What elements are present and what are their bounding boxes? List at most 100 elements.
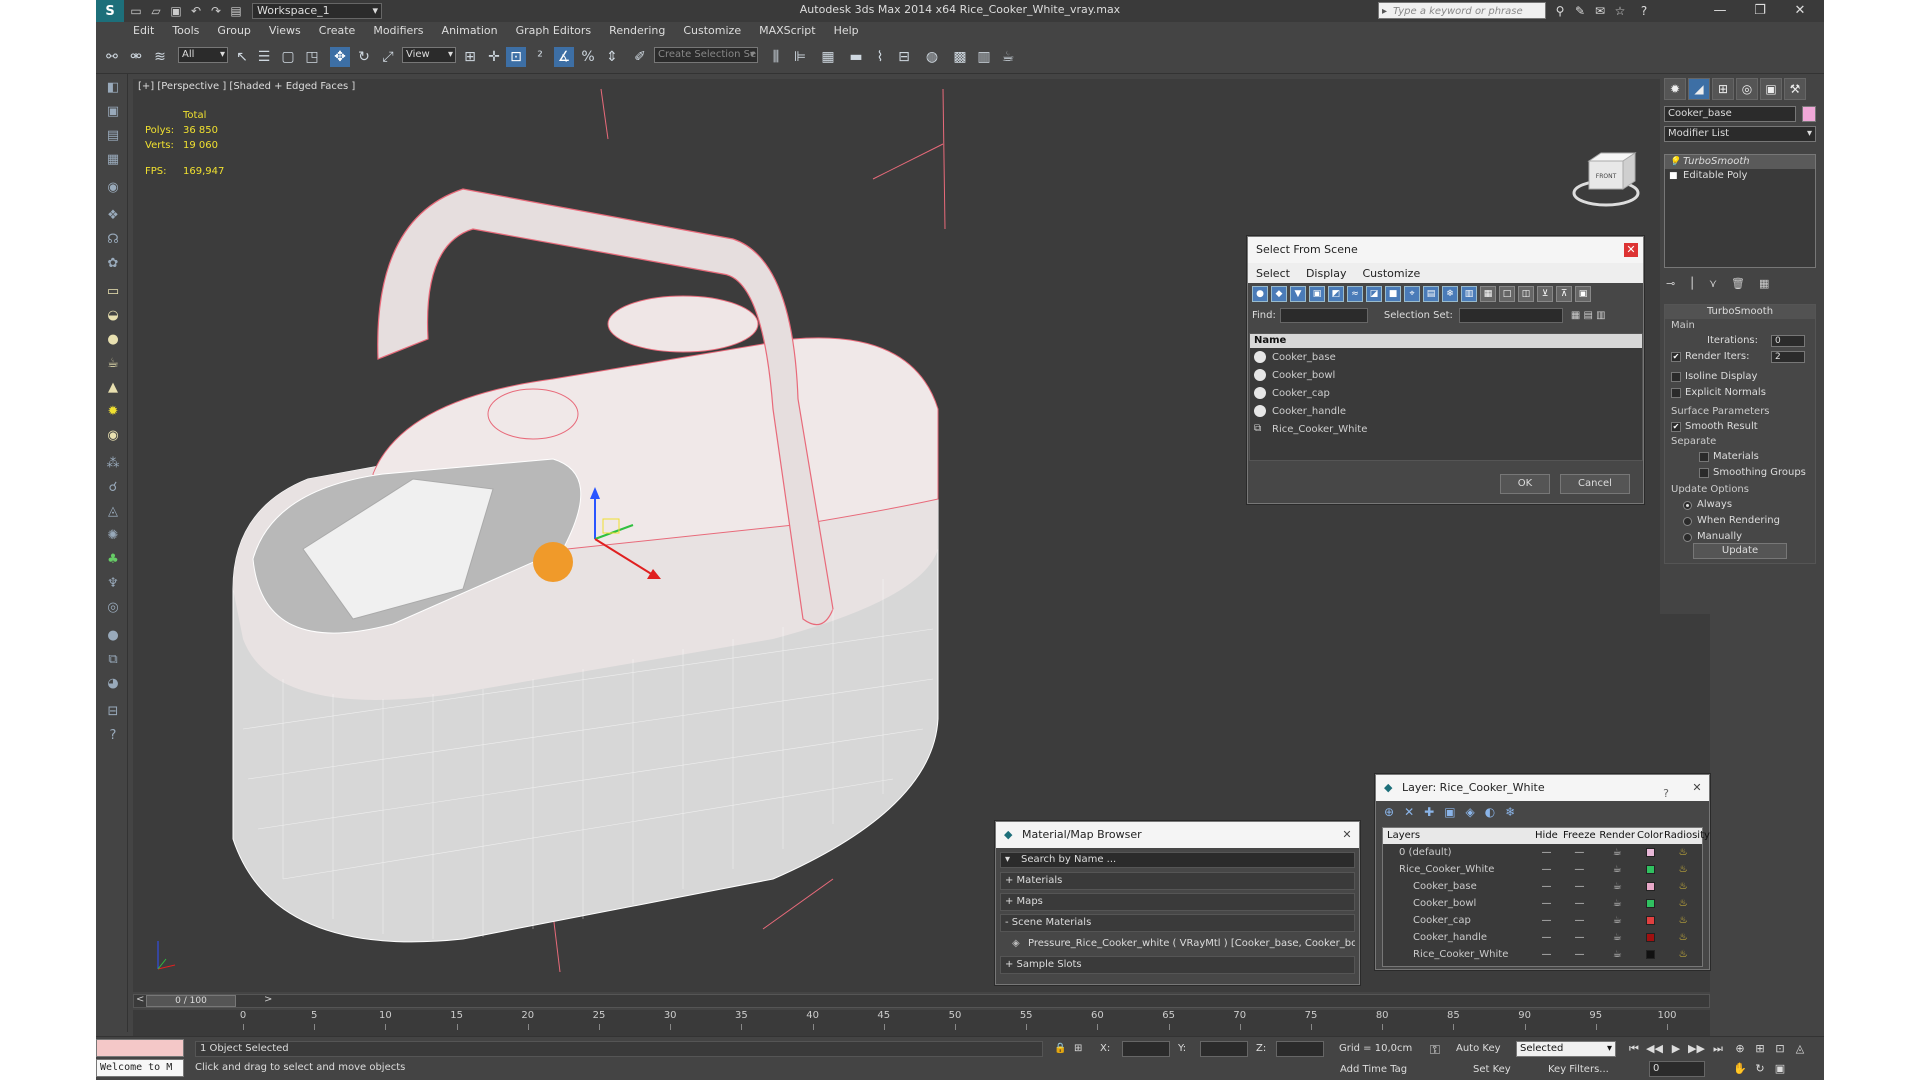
viewcube[interactable]: FRONT bbox=[1572, 152, 1640, 207]
find-input[interactable] bbox=[1279, 307, 1368, 323]
configure-sets-icon[interactable]: ▦ bbox=[1759, 277, 1769, 290]
mmb-section-scene-materials[interactable]: - Scene Materials bbox=[1000, 914, 1355, 932]
render-production-icon[interactable]: ☕ bbox=[998, 47, 1018, 67]
menu-graph-editors[interactable]: Graph Editors bbox=[507, 22, 601, 40]
table-row[interactable]: 0 (default) — — ☕ ♨ bbox=[1383, 844, 1702, 861]
mmb-search-input[interactable]: Search by Name ... bbox=[1000, 852, 1355, 868]
filter-groups-icon[interactable]: ◪ bbox=[1366, 286, 1382, 302]
layer-color-swatch[interactable] bbox=[1645, 916, 1655, 925]
hide-all-icon[interactable]: ◐ bbox=[1485, 805, 1495, 819]
select-all-icon[interactable]: ▦ bbox=[1480, 286, 1496, 302]
angle-snap-icon[interactable]: ∡ bbox=[554, 47, 574, 67]
auto-key-button[interactable]: Auto Key bbox=[1456, 1043, 1501, 1054]
pan-icon[interactable]: ✋ bbox=[1732, 1061, 1748, 1077]
col-freeze[interactable]: Freeze bbox=[1560, 828, 1598, 844]
select-and-move-icon[interactable]: ✥ bbox=[330, 47, 350, 67]
render-toggle-icon[interactable]: ☕ bbox=[1598, 912, 1636, 929]
menu-animation[interactable]: Animation bbox=[433, 22, 507, 40]
render-iters-checkbox[interactable]: ✔ bbox=[1671, 352, 1681, 362]
key-filters-button[interactable]: Key Filters... bbox=[1548, 1064, 1609, 1075]
stack-item-turbosmooth[interactable]: 💡 TurboSmooth bbox=[1665, 155, 1815, 169]
tool-24-icon[interactable]: ◕ bbox=[103, 674, 123, 694]
spinner-snap-icon[interactable]: ⇕ bbox=[602, 47, 622, 67]
go-to-end-icon[interactable]: ⏭ bbox=[1710, 1041, 1726, 1057]
select-none-icon[interactable]: □ bbox=[1499, 286, 1515, 302]
app-logo-icon[interactable]: S bbox=[96, 0, 124, 22]
radiosity-icon[interactable]: ♨ bbox=[1664, 861, 1702, 878]
filter-hidden-icon[interactable]: ▥ bbox=[1461, 286, 1477, 302]
freeze-toggle-icon[interactable]: — bbox=[1561, 912, 1599, 929]
snaps-toggle-icon[interactable]: ² bbox=[530, 47, 550, 67]
orbit-icon[interactable]: ↻ bbox=[1752, 1061, 1768, 1077]
hide-toggle-icon[interactable]: — bbox=[1533, 912, 1561, 929]
remove-modifier-icon[interactable]: 🗑 bbox=[1731, 277, 1745, 290]
menu-create[interactable]: Create bbox=[310, 22, 365, 40]
tool-23-icon[interactable]: ⧉ bbox=[103, 650, 123, 670]
render-iters-spinner[interactable]: 2 bbox=[1771, 351, 1805, 363]
disc-icon[interactable]: ◉ bbox=[103, 426, 123, 446]
update-button[interactable]: Update bbox=[1693, 543, 1787, 559]
rollout-title[interactable]: TurboSmooth bbox=[1665, 305, 1815, 319]
tool-15-icon[interactable]: ⁂ bbox=[103, 454, 123, 474]
key-selection-dropdown[interactable]: Selected bbox=[1516, 1041, 1616, 1057]
tool-19-icon[interactable]: ♣ bbox=[103, 550, 123, 570]
next-frame-icon[interactable]: > bbox=[264, 994, 272, 1005]
tool-25-icon[interactable]: ⊟ bbox=[103, 702, 123, 722]
tab-hierarchy-icon[interactable]: ⊞ bbox=[1712, 78, 1734, 100]
add-time-tag[interactable]: Add Time Tag bbox=[1340, 1064, 1407, 1075]
render-toggle-icon[interactable]: ☕ bbox=[1598, 878, 1636, 895]
select-and-manipulate-icon[interactable]: ✛ bbox=[484, 47, 504, 67]
unlink-selection-icon[interactable]: ⚮ bbox=[126, 47, 146, 67]
lock-selection-icon[interactable]: 🔒 bbox=[1054, 1043, 1066, 1054]
filter-spacewarps-icon[interactable]: ≈ bbox=[1347, 286, 1363, 302]
curve-editor-icon[interactable]: ⌇ bbox=[870, 47, 890, 67]
filter-lights-icon[interactable]: ▼ bbox=[1290, 286, 1306, 302]
tool-3-icon[interactable]: ▤ bbox=[103, 126, 123, 146]
hide-toggle-icon[interactable]: — bbox=[1533, 895, 1561, 912]
rendered-frame-window-icon[interactable]: ▥ bbox=[974, 47, 994, 67]
menu-edit[interactable]: Edit bbox=[124, 22, 163, 40]
filter-containers-icon[interactable]: ▤ bbox=[1423, 286, 1439, 302]
layer-close-icon[interactable]: ✕ bbox=[1690, 781, 1704, 795]
filter-helpers-icon[interactable]: ◩ bbox=[1328, 286, 1344, 302]
track-bar[interactable]: 0 5 10 15 20 25 30 35 40 45 50 55 60 65 70 75 80 85 90 95 10… bbox=[133, 1010, 1710, 1036]
time-slider[interactable]: < 0 / 100 > bbox=[133, 994, 1710, 1008]
menu-tools[interactable]: Tools bbox=[163, 22, 208, 40]
mmb-section-maps[interactable]: + Maps bbox=[1000, 893, 1355, 911]
absolute-mode-icon[interactable]: ⊞ bbox=[1074, 1043, 1082, 1054]
show-end-result-icon[interactable]: ⎮ bbox=[1689, 277, 1695, 290]
menu-customize[interactable]: Customize bbox=[674, 22, 750, 40]
workspace-dropdown[interactable]: Workspace_1 bbox=[252, 3, 382, 19]
tab-modify-icon[interactable]: ◢ bbox=[1688, 78, 1710, 100]
next-key-icon[interactable]: ▶▶ bbox=[1688, 1041, 1705, 1057]
sfs-menu-customize[interactable]: Customize bbox=[1362, 267, 1420, 280]
mmb-close-icon[interactable]: ✕ bbox=[1340, 828, 1354, 842]
keyboard-shortcut-override-icon[interactable]: ⊡ bbox=[506, 47, 526, 67]
select-and-link-icon[interactable]: ⚯ bbox=[102, 47, 122, 67]
named-selection-sets-dropdown[interactable]: Create Selection Se bbox=[654, 47, 758, 63]
when-rendering-radio[interactable] bbox=[1683, 517, 1692, 526]
percent-snap-icon[interactable]: % bbox=[578, 47, 598, 67]
select-object-icon[interactable]: ↖ bbox=[232, 47, 252, 67]
list-item[interactable]: Cooker_bowl bbox=[1250, 366, 1642, 384]
col-hide[interactable]: Hide bbox=[1532, 828, 1560, 844]
materials-checkbox[interactable] bbox=[1699, 452, 1709, 462]
project-folder-icon[interactable]: ▤ bbox=[228, 3, 244, 19]
time-slider-thumb[interactable]: 0 / 100 bbox=[146, 995, 236, 1007]
filter-cameras-icon[interactable]: ▣ bbox=[1309, 286, 1325, 302]
modifier-list-dropdown[interactable]: Modifier List bbox=[1664, 126, 1816, 142]
radiosity-icon[interactable]: ♨ bbox=[1664, 946, 1702, 963]
tool-21-icon[interactable]: ◎ bbox=[103, 598, 123, 618]
tool-18-icon[interactable]: ✺ bbox=[103, 526, 123, 546]
object-color-swatch[interactable] bbox=[1802, 106, 1816, 122]
maxscript-mini-listener[interactable] bbox=[96, 1039, 184, 1057]
radiosity-icon[interactable]: ♨ bbox=[1664, 929, 1702, 946]
object-name-field[interactable]: Cooker_base bbox=[1664, 106, 1796, 122]
menu-rendering[interactable]: Rendering bbox=[600, 22, 674, 40]
material-editor-icon[interactable]: ◍ bbox=[922, 47, 942, 67]
layer-color-swatch[interactable] bbox=[1645, 950, 1655, 959]
sfs-menu-display[interactable]: Display bbox=[1306, 267, 1347, 280]
x-coord-field[interactable] bbox=[1122, 1041, 1170, 1057]
radiosity-icon[interactable]: ♨ bbox=[1664, 912, 1702, 929]
menu-group[interactable]: Group bbox=[208, 22, 260, 40]
